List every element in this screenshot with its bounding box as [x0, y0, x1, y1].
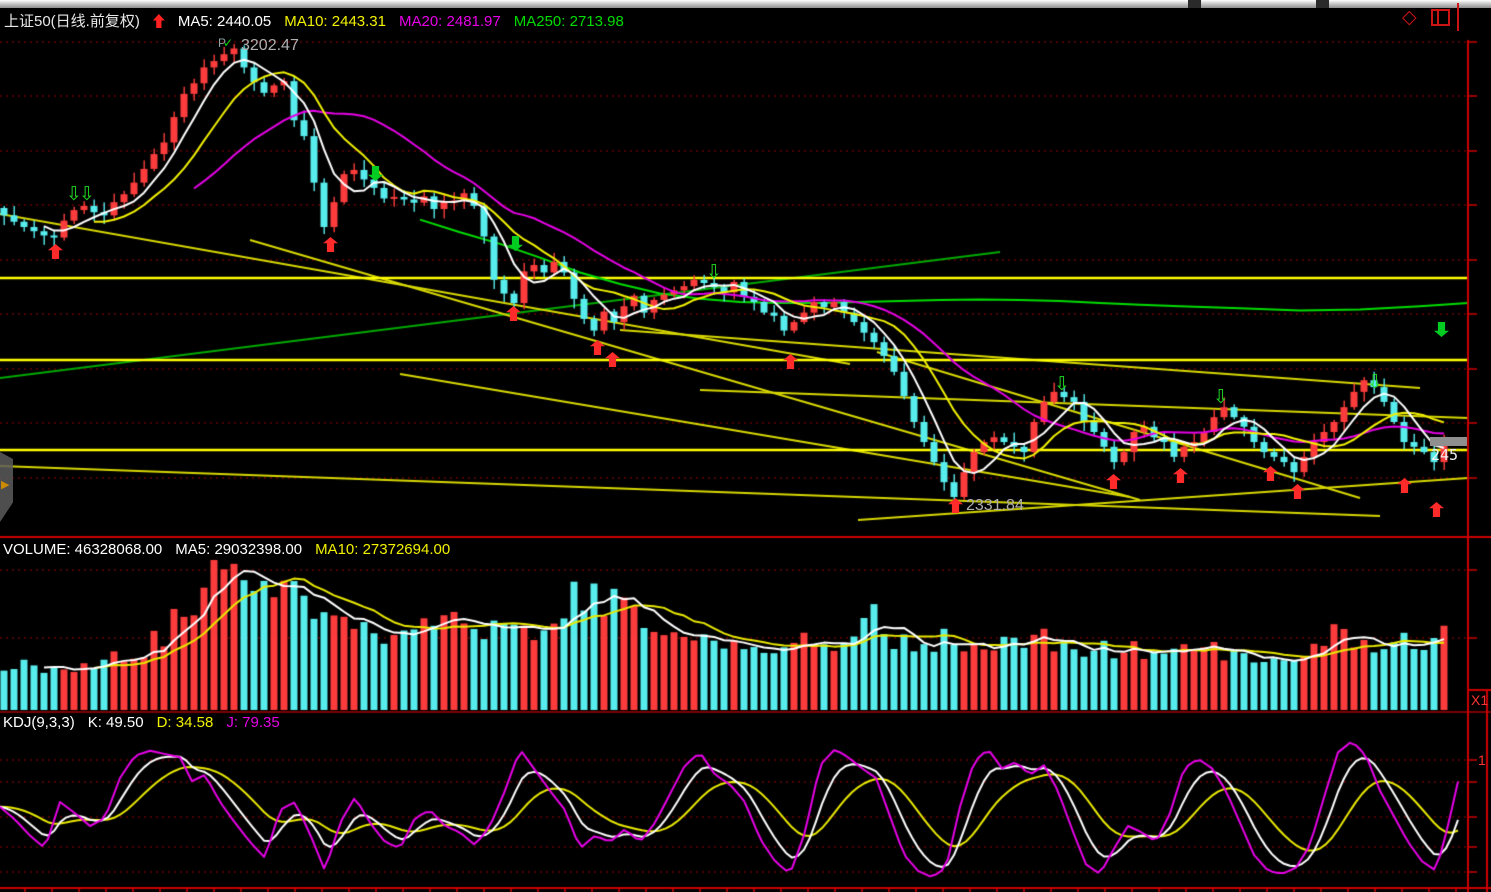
kdj-pane-header: KDJ(9,3,3) K: 49.50 D: 34.58 J: 79.35	[3, 714, 293, 731]
diamond-tool-icon[interactable]: ◇	[1402, 6, 1417, 29]
ma250-value: MA250: 2713.98	[514, 13, 624, 30]
ma20-value: MA20: 2481.97	[399, 13, 501, 30]
main-chart-header: 上证50(日线.前复权) MA5: 2440.05 MA10: 2443.31 MA2…	[4, 10, 637, 31]
sell-signal-arrow-hollow: ⇩	[706, 263, 722, 282]
sell-signal-arrow-hollow: ⇩	[1054, 375, 1070, 394]
sell-signal-arrow-hollow: ⇩	[79, 185, 95, 204]
symbol-title[interactable]: 上证50(日线.前复权)	[4, 13, 140, 30]
split-window-icon[interactable]	[1431, 9, 1450, 26]
up-arrow-icon	[153, 14, 165, 28]
volume-ma10-value: MA10: 27372694.00	[315, 541, 450, 558]
cursor-caret	[1457, 3, 1459, 31]
ma10-value: MA10: 2443.31	[284, 13, 386, 30]
sell-signal-arrow-hollow: ⇩	[1367, 373, 1383, 392]
scrollbar-notch	[1188, 0, 1201, 8]
split-divider	[1437, 11, 1439, 24]
peak-marker-icon: P✓	[218, 36, 233, 50]
top-scrollbar[interactable]	[0, 0, 1491, 8]
ma5-value: MA5: 2440.05	[178, 13, 271, 30]
chart-canvas[interactable]	[0, 0, 1491, 892]
low-price-label: 2331.84	[966, 497, 1024, 515]
sell-signal-arrow-hollow: ⇩	[1213, 388, 1229, 407]
volume-pane-header: VOLUME: 46328068.00 MA5: 29032398.00 MA10:…	[3, 541, 463, 558]
kdj-params[interactable]: KDJ(9,3,3)	[3, 714, 75, 731]
volume-value: VOLUME: 46328068.00	[3, 541, 162, 558]
expand-arrow-icon: ▶	[1, 478, 9, 491]
last-price-label: 245	[1431, 446, 1467, 464]
volume-ma5-value: MA5: 29032398.00	[175, 541, 302, 558]
price-tag-handle[interactable]	[1430, 437, 1467, 446]
kdj-k-value: K: 49.50	[88, 714, 144, 731]
pane-ratio-label: X1	[1471, 692, 1488, 708]
kdj-d-value: D: 34.58	[157, 714, 214, 731]
scrollbar-notch	[1316, 0, 1329, 8]
kdj-j-value: J: 79.35	[226, 714, 279, 731]
app-window: 上证50(日线.前复权) MA5: 2440.05 MA10: 2443.31 MA2…	[0, 0, 1491, 892]
kdj-scale-label: 1	[1478, 752, 1486, 768]
high-price-label: 3202.47	[241, 37, 299, 55]
